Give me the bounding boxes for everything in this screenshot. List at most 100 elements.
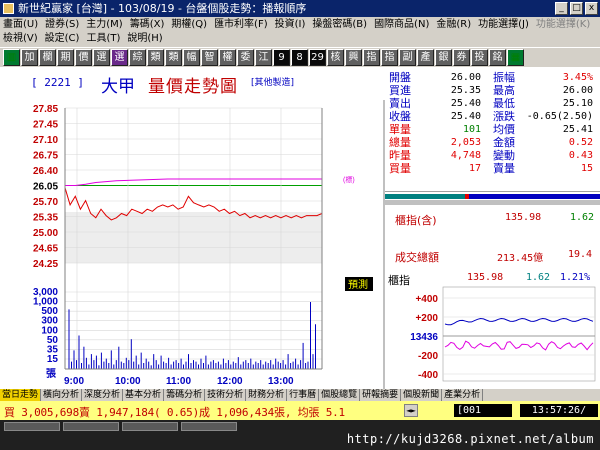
menu-item-row2-2[interactable]: 工具(T) — [85, 32, 121, 46]
ask-bar-segment — [469, 194, 600, 199]
toolbar-button-13[interactable]: 委 — [237, 49, 254, 66]
toolbar-button-7[interactable]: 綜 — [129, 49, 146, 66]
menu-item-row1-4[interactable]: 期權(Q) — [170, 18, 208, 32]
maximize-button[interactable]: □ — [570, 2, 583, 15]
taskbar-button[interactable] — [4, 422, 60, 431]
menu-item-row1-3[interactable]: 籌碼(X) — [129, 18, 166, 32]
tab-10[interactable]: 個股新聞 — [401, 389, 443, 401]
toolbar-button-21[interactable]: 指 — [381, 49, 398, 66]
menu-item-row2-1[interactable]: 設定(C) — [44, 32, 81, 46]
otc-index-change: 1.62 — [570, 212, 595, 223]
toolbar-button-20[interactable]: 指 — [363, 49, 380, 66]
quote-row: 買進 25.35 最高 26.00 — [389, 84, 599, 98]
quote-row: 開盤 26.00 振幅 3.45% — [389, 71, 599, 85]
clock: 13:57:26/ — [520, 404, 598, 417]
toolbar-button-14[interactable]: 江 — [255, 49, 272, 66]
toolbar-button-15[interactable]: 9 — [273, 49, 290, 66]
toolbar-button-10[interactable]: 幅 — [183, 49, 200, 66]
menu-item-row2-0[interactable]: 檢視(V) — [2, 32, 39, 46]
price-tick-label: 27.45 — [33, 120, 58, 131]
tab-2[interactable]: 深度分析 — [82, 389, 124, 401]
forecast-button[interactable]: 預測 — [348, 278, 368, 291]
toolbar-button-1[interactable]: 加 — [21, 49, 38, 66]
toolbar-button-11[interactable]: 智 — [201, 49, 218, 66]
tab-3[interactable]: 基本分析 — [123, 389, 165, 401]
mini-chart-frame — [442, 286, 596, 382]
time-tick-label: 12:00 — [217, 376, 243, 387]
quote-value: 17 — [468, 163, 481, 174]
mini-chart-tick-label: -400 — [418, 370, 438, 381]
menu-item-row1-11[interactable]: 功能選擇(K) — [535, 18, 591, 32]
toolbar-button-12[interactable]: 權 — [219, 49, 236, 66]
quote-label: 買進 — [389, 84, 411, 97]
bid-bar-segment — [385, 194, 465, 199]
price-tick-label: 27.10 — [33, 135, 58, 146]
quote-label: 賣出 — [389, 97, 411, 110]
tab-7[interactable]: 行事曆 — [287, 389, 320, 401]
toolbar-button-6[interactable]: 選 — [111, 49, 128, 66]
tab-5[interactable]: 技術分析 — [205, 389, 247, 401]
toolbar-button-18[interactable]: 核 — [327, 49, 344, 66]
toolbar-button-4[interactable]: 價 — [75, 49, 92, 66]
stock-code-input[interactable]: [001 — [454, 404, 512, 417]
menu-item-row1-10[interactable]: 功能選擇(J) — [477, 18, 530, 32]
toolbar-button-8[interactable]: 類 — [147, 49, 164, 66]
quote-row: 總量 2,053 金額 0.52 — [389, 136, 599, 150]
toolbar-button-24[interactable]: 銀 — [435, 49, 452, 66]
tab-4[interactable]: 籌碼分析 — [164, 389, 206, 401]
tab-11[interactable]: 產業分析 — [442, 389, 484, 401]
menu-item-row1-2[interactable]: 主力(M) — [85, 18, 123, 32]
quote-value: 4,748 — [450, 150, 481, 161]
turnover-change: 19.4 — [568, 249, 593, 260]
menu-item-row1-0[interactable]: 畫面(U) — [2, 18, 39, 32]
toolbar-button-27[interactable]: 銘 — [489, 49, 506, 66]
quote-value: 0.52 — [568, 137, 593, 148]
toolbar-button-16[interactable]: 8 — [291, 49, 308, 66]
tab-8[interactable]: 個股總覽 — [319, 389, 361, 401]
toolbar-button-5[interactable]: 選 — [93, 49, 110, 66]
quote-value: 3.45% — [562, 72, 593, 83]
price-volume-svg: 27.85 27.45 27.10 26.75 26.40 26.05 25.70 25.35… — [0, 66, 385, 389]
taskbar-button[interactable] — [181, 422, 237, 431]
menu-item-row1-8[interactable]: 國際商品(N) — [373, 18, 430, 32]
close-button[interactable]: x — [585, 2, 598, 15]
toolbar-button-0[interactable]: ▥ — [3, 49, 20, 66]
toolbar-button-28[interactable]: ▦ — [507, 49, 524, 66]
menu-item-row2-3[interactable]: 說明(H) — [126, 32, 163, 46]
tab-9[interactable]: 研報摘要 — [360, 389, 402, 401]
mini-chart-pct: 1.21% — [560, 272, 591, 283]
quote-value: 26.00 — [450, 72, 481, 83]
quote-label: 昨量 — [389, 149, 411, 162]
toolbar-button-2[interactable]: 欄 — [39, 49, 56, 66]
minimize-button[interactable]: _ — [555, 2, 568, 15]
menu-item-row1-6[interactable]: 投資(I) — [274, 18, 307, 32]
menu-item-row1-9[interactable]: 金融(R) — [435, 18, 472, 32]
tab-0[interactable]: 當日走勢 — [0, 389, 42, 401]
bar-track — [385, 200, 600, 205]
mini-chart-svg: +400 +200 13436 -200 -400 — [410, 286, 596, 382]
bid-ask-divider — [465, 194, 469, 199]
average-line-tag: (標) — [343, 175, 355, 184]
otc-index-label: 櫃指(含) — [395, 214, 437, 227]
toolbar-button-22[interactable]: 副 — [399, 49, 416, 66]
menu-item-row1-5[interactable]: 匯市利率(F) — [213, 18, 269, 32]
menu-item-row1-7[interactable]: 操盤密碼(B) — [311, 18, 368, 32]
mini-chart-tick-label: +200 — [415, 313, 438, 324]
otc-index-value: 135.98 — [505, 212, 542, 223]
toolbar-button-9[interactable]: 類 — [165, 49, 182, 66]
taskbar-button[interactable] — [63, 422, 119, 431]
quote-row: 收盤 25.40 漲跌 -0.65(2.50) — [389, 110, 599, 124]
toolbar-button-23[interactable]: 產 — [417, 49, 434, 66]
tab-6[interactable]: 財務分析 — [246, 389, 288, 401]
menu-item-row1-1[interactable]: 證券(S) — [44, 18, 80, 32]
taskbar-button[interactable] — [122, 422, 178, 431]
mini-chart-tick-label: -200 — [418, 351, 438, 362]
tab-1[interactable]: 橫向分析 — [41, 389, 83, 401]
toolbar-button-26[interactable]: 投 — [471, 49, 488, 66]
scroll-arrows[interactable]: ◄► — [404, 404, 418, 417]
time-tick-label: 11:00 — [166, 376, 191, 387]
toolbar-button-17[interactable]: 29 — [309, 49, 326, 66]
toolbar-button-19[interactable]: 興 — [345, 49, 362, 66]
toolbar-button-25[interactable]: 券 — [453, 49, 470, 66]
toolbar-button-3[interactable]: 期 — [57, 49, 74, 66]
